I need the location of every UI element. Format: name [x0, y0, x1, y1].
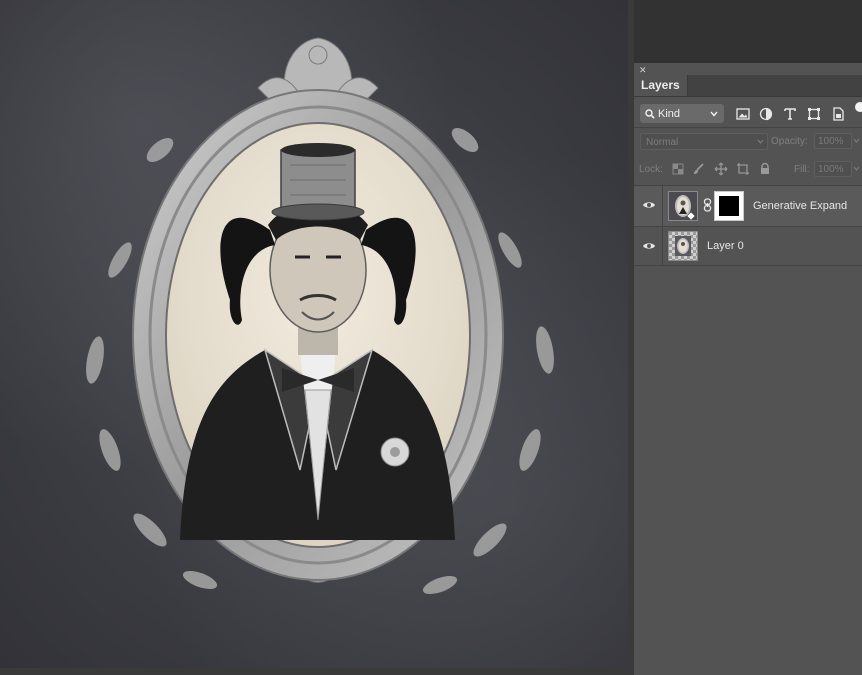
- layer-thumbnail-image: [669, 232, 697, 260]
- fill-label: Fill:: [794, 164, 810, 175]
- smart-object-filter-icon[interactable]: [830, 106, 846, 122]
- shape-filter-icon[interactable]: [806, 106, 822, 122]
- mask-fill: [719, 196, 739, 216]
- fill-chevron-icon[interactable]: [853, 166, 860, 171]
- visibility-separator: [662, 227, 663, 265]
- lock-all-icon[interactable]: [758, 162, 772, 176]
- chain-link-icon[interactable]: [703, 198, 712, 212]
- layer-name[interactable]: Layer 0: [707, 239, 744, 253]
- panel-dock-empty-area: [634, 0, 862, 63]
- search-icon: [645, 108, 655, 119]
- layer-thumbnail[interactable]: [668, 231, 698, 261]
- fill-value: 100%: [818, 164, 844, 175]
- chevron-down-icon: [710, 111, 718, 117]
- image-filter-icon[interactable]: [735, 106, 751, 122]
- eye-visibility-icon[interactable]: [642, 239, 656, 253]
- blend-mode-select[interactable]: Normal: [640, 133, 768, 150]
- lock-pixels-brush-icon[interactable]: [692, 162, 706, 176]
- opacity-label: Opacity:: [771, 136, 808, 147]
- filter-kind-select[interactable]: Kind: [640, 104, 724, 123]
- layer-thumbnail-image: [669, 192, 697, 220]
- eye-visibility-icon[interactable]: [642, 198, 656, 212]
- lock-row: Lock: Fill: 100%: [634, 159, 862, 181]
- panel-tab-bar: Layers: [634, 75, 862, 97]
- blend-mode-value: Normal: [646, 137, 679, 148]
- close-panel-icon[interactable]: ✕: [639, 66, 647, 75]
- layer-thumbnail[interactable]: [668, 191, 698, 221]
- lock-transparency-icon[interactable]: [671, 162, 685, 176]
- document-canvas[interactable]: [0, 0, 628, 668]
- layer-mask-thumbnail[interactable]: [714, 191, 744, 221]
- filter-toggle-icon[interactable]: [850, 102, 862, 118]
- opacity-value: 100%: [818, 136, 844, 147]
- fill-field[interactable]: 100%: [814, 161, 852, 177]
- panel-divider: [634, 127, 862, 128]
- layer-row-generative-expand[interactable]: Generative Expand: [634, 185, 862, 227]
- canvas-bottom-edge: [0, 668, 634, 675]
- blend-row: Normal Opacity: 100%: [634, 131, 862, 153]
- artwork-image: [86, 37, 554, 595]
- opacity-chevron-icon[interactable]: [853, 138, 860, 143]
- layer-filter-row: Kind: [634, 102, 862, 126]
- type-filter-icon[interactable]: [782, 106, 798, 122]
- opacity-field[interactable]: 100%: [814, 133, 852, 149]
- lock-position-move-icon[interactable]: [714, 162, 728, 176]
- visibility-separator: [662, 186, 663, 226]
- lock-label: Lock:: [639, 164, 663, 175]
- tab-layers[interactable]: Layers: [634, 75, 688, 96]
- layer-row-layer-0[interactable]: Layer 0: [634, 227, 862, 266]
- layer-name[interactable]: Generative Expand: [753, 199, 847, 213]
- lock-artboard-icon[interactable]: [736, 162, 750, 176]
- chevron-down-icon: [757, 139, 764, 144]
- adjustment-filter-icon[interactable]: [758, 106, 774, 122]
- layers-panel: ✕ Layers Kind Normal Opacity: 100% Lock:…: [634, 63, 862, 675]
- filter-kind-label: Kind: [658, 107, 681, 120]
